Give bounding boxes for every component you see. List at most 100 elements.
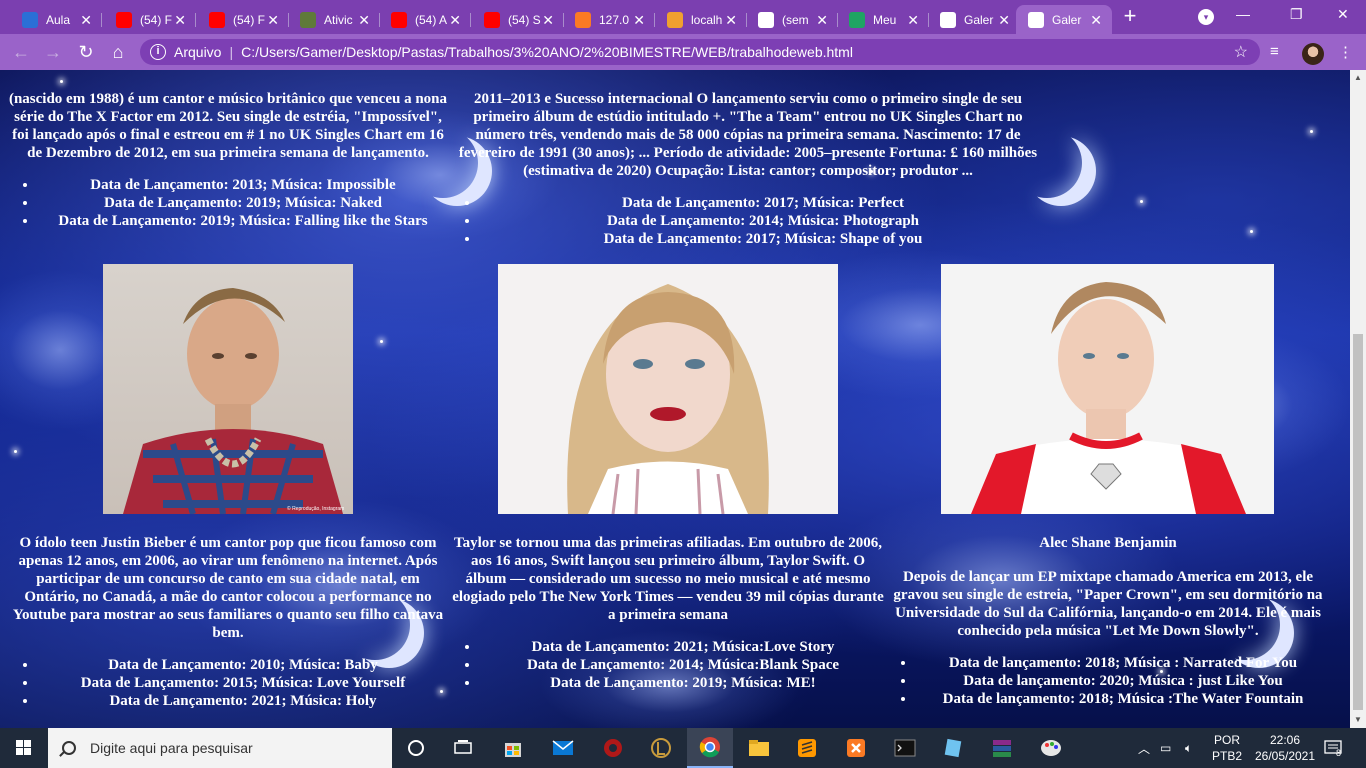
menu-icon[interactable]: ⋮ — [1338, 43, 1353, 61]
song-item: Data de Lançamento: 2017; Música: Shape … — [480, 230, 1046, 248]
classroom-icon — [300, 11, 316, 28]
browser-tab[interactable]: Ativic ✕ — [288, 5, 380, 34]
tab-title: (54) S — [508, 12, 541, 27]
tab-title: (54) F — [233, 12, 266, 27]
close-tab-icon[interactable]: ✕ — [174, 12, 186, 29]
taskbar-search[interactable]: Digite aqui para pesquisar — [48, 728, 392, 768]
reload-icon[interactable]: ↻ — [75, 41, 97, 63]
store-icon[interactable] — [490, 728, 536, 768]
close-tab-icon[interactable]: ✕ — [907, 12, 919, 29]
league-icon[interactable] — [638, 728, 684, 768]
browser-tab[interactable]: Aula ✕ — [10, 5, 102, 34]
browser-tab[interactable]: (54) S ✕ — [472, 5, 564, 34]
reading-list-icon[interactable]: ≡ — [1270, 43, 1279, 60]
task-view-icon[interactable] — [440, 728, 486, 768]
close-tab-icon[interactable]: ✕ — [633, 12, 645, 29]
song-list: Data de Lançamento: 2021; Música:Love St… — [450, 638, 886, 692]
artist-name-heading: Alec Shane Benjamin — [1039, 535, 1177, 551]
close-tab-icon[interactable]: ✕ — [358, 12, 370, 29]
song-item: Data de Lançamento: 2021; Música:Love St… — [480, 638, 886, 656]
address-protocol: Arquivo — [174, 44, 222, 60]
tab-title: localh — [691, 12, 723, 27]
search-placeholder: Digite aqui para pesquisar — [90, 740, 253, 756]
address-url[interactable]: C:/Users/Gamer/Desktop/Pastas/Trabalhos/… — [241, 44, 853, 60]
tab-title: Meu — [873, 12, 897, 27]
close-tab-icon[interactable]: ✕ — [267, 12, 279, 29]
language-indicator[interactable]: POR PTB2 — [1211, 728, 1243, 768]
close-tab-icon[interactable]: ✕ — [998, 12, 1010, 29]
browser-tab[interactable]: localh ✕ — [655, 5, 747, 34]
home-icon[interactable]: ⌂ — [107, 41, 129, 63]
song-item: Data de Lançamento: 2014; Música:Blank S… — [480, 656, 886, 674]
xampp-icon — [575, 11, 591, 28]
back-icon[interactable]: ← — [10, 41, 32, 63]
address-bar[interactable]: i Arquivo | C:/Users/Gamer/Desktop/Pasta… — [140, 39, 1260, 65]
song-item: Data de Lançamento: 2017; Música: Perfec… — [480, 194, 1046, 212]
winrar-icon[interactable] — [979, 728, 1025, 768]
artist-section-alec-benjamin: Alec Shane Benjamin Depois de lançar um … — [886, 534, 1330, 708]
paint-icon[interactable] — [1028, 728, 1074, 768]
close-tab-icon[interactable]: ✕ — [542, 12, 554, 29]
start-button[interactable] — [0, 728, 48, 768]
notification-center-icon[interactable]: 8 — [1324, 728, 1342, 768]
browser-tab[interactable]: 127.0 ✕ — [563, 5, 655, 34]
browser-tab[interactable]: (54) F ✕ — [104, 5, 196, 34]
song-list: Data de Lançamento: 2013; Música: Imposs… — [8, 176, 448, 230]
artist-section-taylor-swift: Taylor se tornou uma das primeiras afili… — [450, 534, 886, 692]
game-app-icon[interactable] — [590, 728, 636, 768]
notepad-icon[interactable] — [930, 728, 976, 768]
browser-tab[interactable]: Meu ✕ — [837, 5, 929, 34]
clock[interactable]: 22:06 26/05/2021 — [1252, 728, 1318, 768]
song-item: Data de Lançamento: 2014; Música: Photog… — [480, 212, 1046, 230]
photo-caption: © Reprodução, Instagram — [287, 506, 345, 512]
vertical-scrollbar[interactable]: ▲ ▼ — [1350, 70, 1366, 728]
browser-toolbar: ← → ↻ ⌂ i Arquivo | C:/Users/Gamer/Deskt… — [0, 34, 1366, 70]
scrollbar-thumb[interactable] — [1353, 334, 1363, 710]
chrome-icon[interactable] — [687, 728, 733, 768]
song-item: Data de Lançamento: 2019; Música: Fallin… — [38, 212, 448, 230]
browser-tab[interactable]: Galer ✕ — [928, 5, 1020, 34]
taylor-swift-photo — [498, 264, 838, 514]
artist-bio: O ídolo teen Justin Bieber é um cantor p… — [12, 535, 444, 641]
new-tab-button[interactable]: + — [1119, 5, 1141, 28]
forward-icon[interactable]: → — [42, 41, 64, 63]
file-explorer-icon[interactable] — [736, 728, 782, 768]
phpmyadmin-icon — [667, 11, 683, 28]
song-item: Data de lançamento: 2020; Música : just … — [916, 672, 1330, 690]
minimize-icon[interactable]: — — [1236, 6, 1250, 22]
show-hidden-icons[interactable]: ︿ — [1138, 728, 1150, 768]
tab-title: (54) F — [140, 12, 173, 27]
xampp-icon[interactable] — [833, 728, 879, 768]
browser-tab[interactable]: (sem ✕ — [746, 5, 838, 34]
close-tab-icon[interactable]: ✕ — [449, 12, 461, 29]
language-code: POR — [1213, 733, 1240, 747]
volume-icon[interactable]: 🔈︎ — [1185, 728, 1192, 768]
close-tab-icon[interactable]: ✕ — [816, 12, 828, 29]
profile-avatar[interactable] — [1302, 43, 1324, 65]
close-tab-icon[interactable]: ✕ — [1090, 12, 1102, 29]
sublime-text-icon[interactable] — [784, 728, 830, 768]
scroll-down-arrow-icon[interactable]: ▼ — [1350, 712, 1366, 728]
scroll-up-arrow-icon[interactable]: ▲ — [1350, 70, 1366, 86]
close-window-icon[interactable]: ✕ — [1337, 6, 1349, 23]
cortana-icon[interactable] — [393, 728, 439, 768]
network-icon[interactable]: ▭ — [1160, 728, 1171, 768]
browser-tab[interactable]: (54) A ✕ — [379, 5, 471, 34]
restore-icon[interactable]: ❐ — [1290, 6, 1303, 23]
windows-taskbar: Digite aqui para pesquisar ︿ ▭ 🔈︎ POR PT… — [0, 728, 1366, 768]
browser-tab[interactable]: Galer ✕ — [1016, 5, 1112, 34]
close-tab-icon[interactable]: ✕ — [725, 12, 737, 29]
mail-icon[interactable] — [540, 728, 586, 768]
browser-tab[interactable]: (54) F ✕ — [197, 5, 289, 34]
notification-count: 8 — [1336, 748, 1342, 758]
site-info-icon[interactable]: i — [150, 44, 166, 60]
youtube-icon — [116, 11, 132, 28]
artist-section-top-middle: 2011–2013 e Sucesso internacional O lanç… — [450, 90, 1046, 248]
tab-search-icon[interactable]: ▾ — [1198, 9, 1214, 25]
artist-section-justin-bieber: O ídolo teen Justin Bieber é um cantor p… — [8, 534, 448, 710]
song-item: Data de lançamento: 2018; Música : Narra… — [916, 654, 1330, 672]
user-icon — [22, 11, 38, 28]
terminal-icon[interactable] — [882, 728, 928, 768]
bookmark-star-icon[interactable]: ☆ — [1234, 42, 1248, 62]
close-tab-icon[interactable]: ✕ — [80, 12, 92, 29]
